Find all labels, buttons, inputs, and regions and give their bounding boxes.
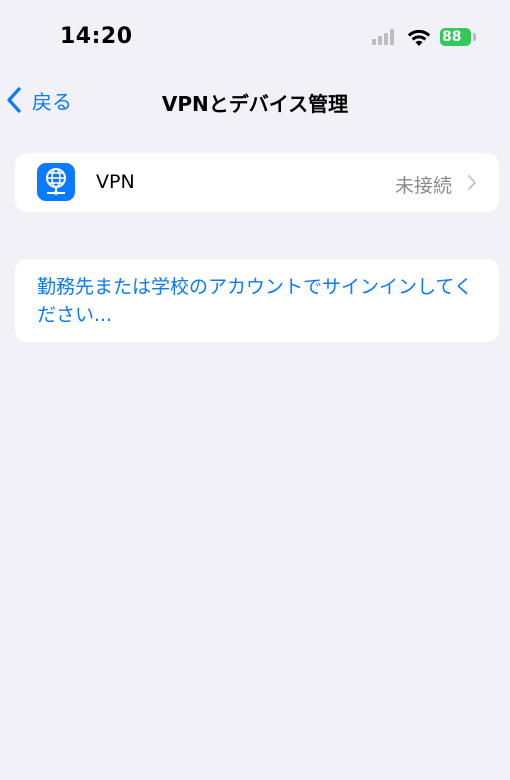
- chevron-right-icon: [468, 175, 476, 190]
- work-school-signin-button[interactable]: 勤務先または学校のアカウントでサインインしてください...: [15, 259, 499, 342]
- vpn-globe-icon: [37, 163, 75, 201]
- wifi-icon: [407, 29, 431, 46]
- status-bar: 14:20 88: [0, 0, 510, 76]
- page-title: VPNとデバイス管理: [161, 92, 349, 116]
- signin-text: 勤務先または学校のアカウントでサインインしてください...: [37, 276, 473, 326]
- navigation-bar: 戻る VPNとデバイス管理: [0, 76, 510, 124]
- vpn-status: 未接続: [394, 175, 452, 197]
- battery-level: 88: [442, 29, 462, 45]
- cellular-signal-icon: [372, 29, 398, 45]
- vpn-row[interactable]: VPN 未接続: [15, 153, 499, 212]
- vpn-label: VPN: [96, 171, 135, 193]
- status-time: 14:20: [60, 24, 133, 49]
